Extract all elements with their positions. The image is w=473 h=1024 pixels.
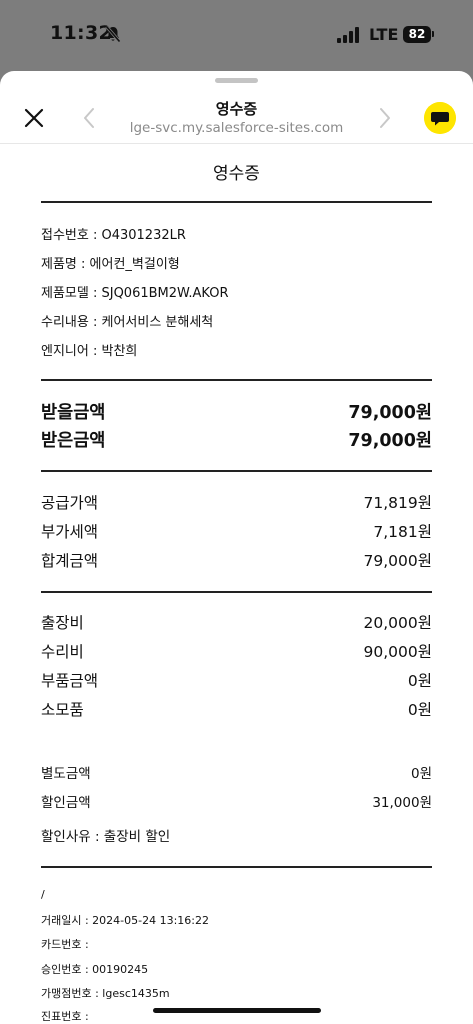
travel-fee-value: 20,000원 <box>363 614 433 632</box>
travel-fee-label: 출장비 <box>41 614 84 632</box>
divider <box>41 201 432 203</box>
discount-amount-row: 할인금액 31,000원 <box>41 791 432 811</box>
amount-received-label: 받은금액 <box>41 431 106 451</box>
sheet-grabber[interactable] <box>215 78 258 83</box>
product-model: 제품모델 : SJQ061BM2W.AKOR <box>41 286 229 301</box>
merchant-number: 가맹점번호 : lgesc1435m <box>41 987 170 1000</box>
engineer: 엔지니어 : 박찬희 <box>41 344 138 359</box>
discount-reason: 할인사유 : 출장비 할인 <box>41 829 171 845</box>
amount-due-value: 79,000원 <box>348 403 432 423</box>
amount-due-label: 받을금액 <box>41 403 106 423</box>
silent-bell-icon <box>105 25 121 43</box>
amount-received-row: 받은금액 79,000원 <box>41 427 432 451</box>
parts-fee-label: 부품금액 <box>41 672 99 690</box>
chat-bubble-icon[interactable] <box>424 102 456 134</box>
separate-amount-label: 별도금액 <box>41 766 91 782</box>
status-bar: 11:32 LTE 82 <box>0 0 473 70</box>
network-type: LTE <box>369 25 399 44</box>
status-time: 11:32 <box>50 22 112 44</box>
repair-fee-value: 90,000원 <box>363 643 433 661</box>
vat-value: 7,181원 <box>373 523 432 541</box>
repair-content: 수리내용 : 케어서비스 분해세척 <box>41 315 214 330</box>
receipt-title: 영수증 <box>213 164 260 184</box>
header-divider <box>0 143 473 144</box>
repair-fee-row: 수리비 90,000원 <box>41 640 432 662</box>
divider <box>41 591 432 593</box>
parts-fee-value: 0원 <box>407 672 432 690</box>
divider <box>41 866 432 868</box>
battery-icon: 82 <box>403 26 431 43</box>
divider <box>41 470 432 472</box>
vat-label: 부가세액 <box>41 523 99 541</box>
page-title: 영수증 <box>215 100 258 118</box>
repair-fee-label: 수리비 <box>41 643 84 661</box>
battery-tip <box>432 31 434 37</box>
supply-amount-label: 공급가액 <box>41 494 99 512</box>
supply-amount-row: 공급가액 71,819원 <box>41 491 432 513</box>
card-number: 카드번호 : <box>41 938 89 951</box>
transaction-separator: / <box>41 888 45 901</box>
receipt-sheet: 영수증 lge-svc.my.salesforce-sites.com 영수증 … <box>0 71 473 1024</box>
discount-amount-label: 할인금액 <box>41 795 91 811</box>
receipt-number: 접수번호 : O4301232LR <box>41 228 186 243</box>
total-amount-label: 합계금액 <box>41 552 99 570</box>
divider <box>41 379 432 381</box>
supply-amount-value: 71,819원 <box>363 494 433 512</box>
travel-fee-row: 출장비 20,000원 <box>41 611 432 633</box>
consumables-value: 0원 <box>407 701 432 719</box>
amount-received-value: 79,000원 <box>348 431 432 451</box>
consumables-row: 소모품 0원 <box>41 698 432 720</box>
total-amount-value: 79,000원 <box>363 552 433 570</box>
slip-number: 진표번호 : <box>41 1010 89 1023</box>
separate-amount-row: 별도금액 0원 <box>41 762 432 782</box>
approval-number: 승인번호 : 00190245 <box>41 963 149 976</box>
parts-fee-row: 부품금액 0원 <box>41 669 432 691</box>
consumables-label: 소모품 <box>41 701 84 719</box>
separate-amount-value: 0원 <box>410 766 432 782</box>
transaction-datetime: 거래일시 : 2024-05-24 13:16:22 <box>41 914 210 927</box>
home-indicator[interactable] <box>153 1008 321 1013</box>
signal-icon <box>337 27 359 43</box>
page-url: lge-svc.my.salesforce-sites.com <box>129 120 344 136</box>
amount-due-row: 받을금액 79,000원 <box>41 399 432 423</box>
product-name: 제품명 : 에어컨_벽걸이형 <box>41 257 180 272</box>
vat-row: 부가세액 7,181원 <box>41 520 432 542</box>
discount-amount-value: 31,000원 <box>372 795 432 811</box>
total-amount-row: 합계금액 79,000원 <box>41 549 432 571</box>
chevron-right-icon[interactable] <box>376 105 394 131</box>
